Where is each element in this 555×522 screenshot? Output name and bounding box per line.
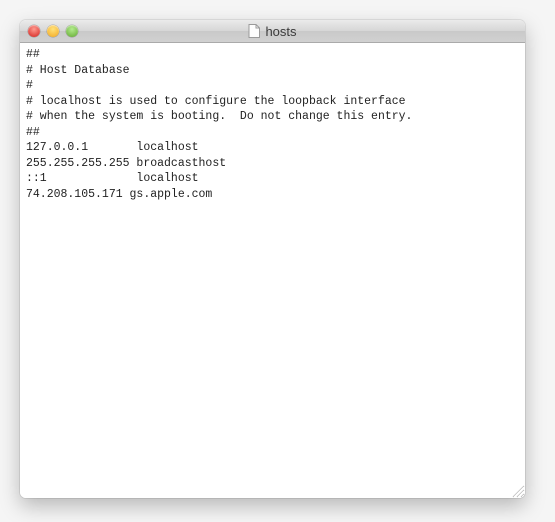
- close-button[interactable]: [28, 25, 40, 37]
- traffic-lights: [20, 25, 78, 37]
- window-title: hosts: [265, 24, 296, 39]
- window-title-area: hosts: [20, 24, 525, 39]
- file-text[interactable]: ## # Host Database # # localhost is used…: [26, 47, 519, 202]
- text-editor-window: hosts ## # Host Database # # localhost i…: [20, 20, 525, 498]
- resize-handle[interactable]: [510, 483, 525, 498]
- document-icon: [248, 24, 260, 38]
- minimize-button[interactable]: [47, 25, 59, 37]
- titlebar[interactable]: hosts: [20, 20, 525, 43]
- text-content-area[interactable]: ## # Host Database # # localhost is used…: [20, 43, 525, 498]
- zoom-button[interactable]: [66, 25, 78, 37]
